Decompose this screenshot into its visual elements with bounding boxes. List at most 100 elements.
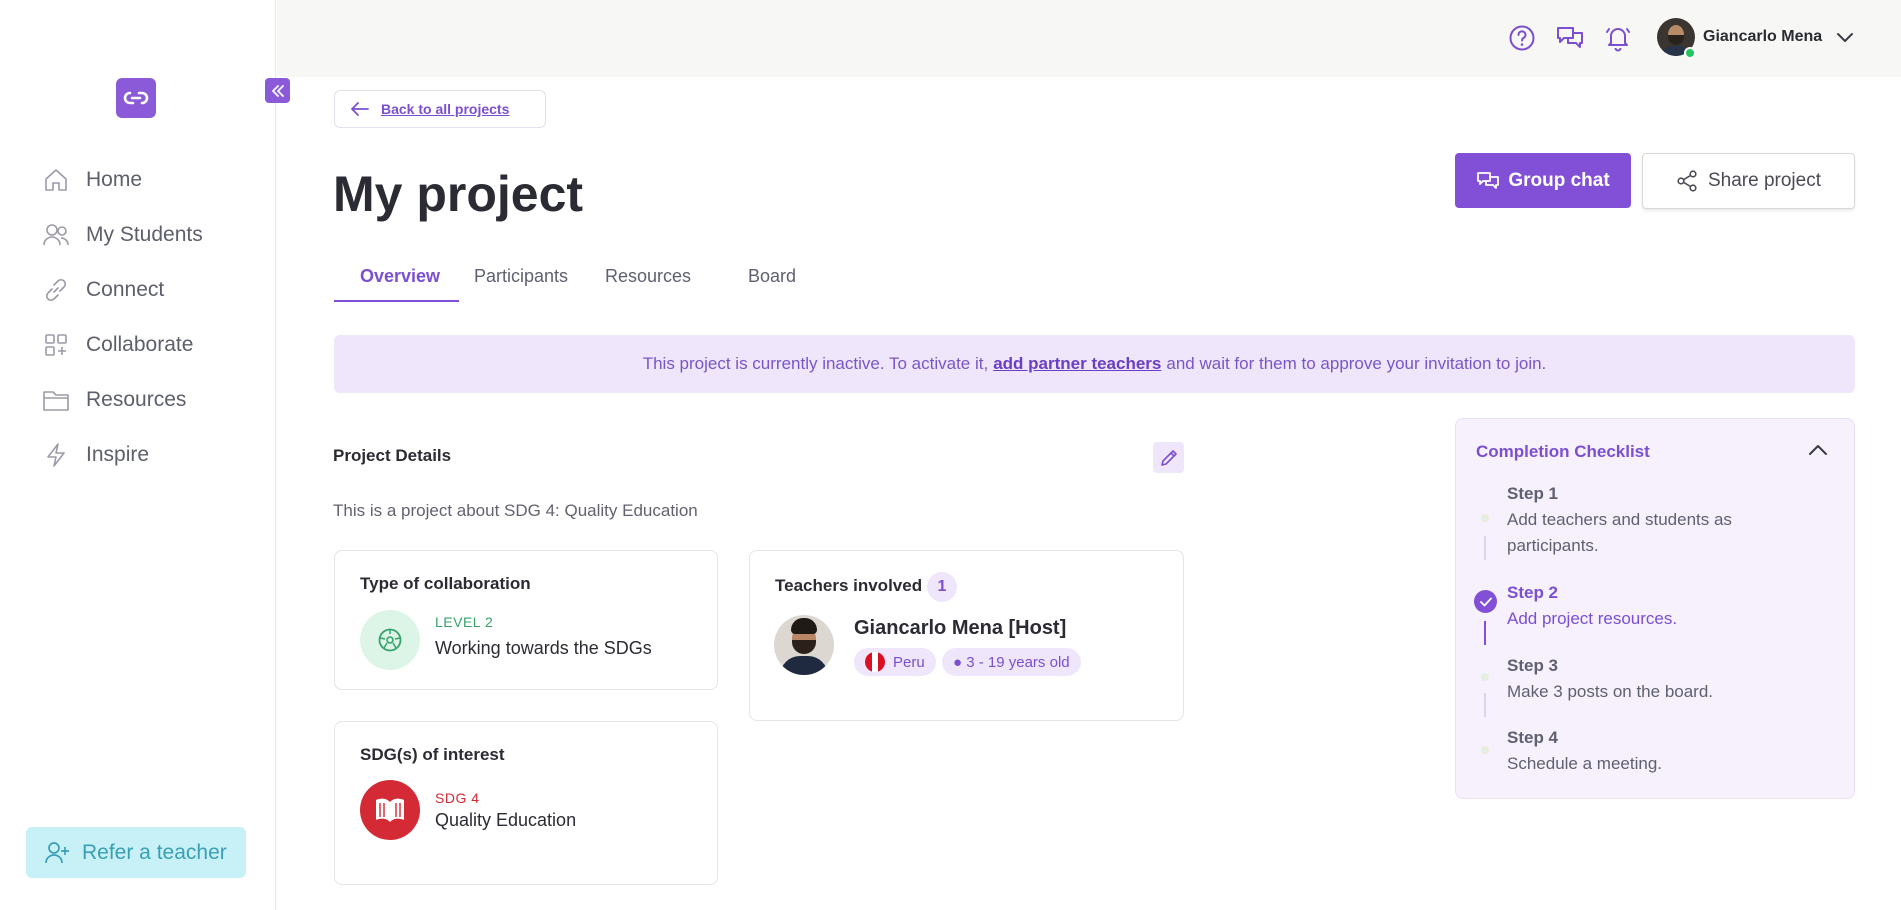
avatar — [774, 615, 834, 675]
home-icon — [42, 166, 70, 194]
app-logo[interactable] — [116, 78, 156, 118]
check-icon — [1474, 590, 1497, 613]
tab-overview[interactable]: Overview — [360, 266, 440, 287]
sidebar-item-home[interactable]: Home — [42, 152, 252, 207]
sidebar-item-my-students[interactable]: My Students — [42, 207, 252, 262]
chevron-up-icon[interactable] — [1808, 443, 1828, 457]
group-chat-button[interactable]: Group chat — [1455, 153, 1631, 208]
step-title: Step 1 — [1507, 484, 1559, 503]
checklist-step-1: Step 1 Add teachers and students as parti… — [1507, 484, 1732, 559]
step-description: Schedule a meeting. — [1507, 754, 1662, 773]
completion-checklist: Completion Checklist Step 1 Add teachers… — [1455, 418, 1855, 799]
sidebar: Home My Students Connect Collaborate Res… — [0, 0, 276, 910]
sdg-interest-card: SDG(s) of interest SDG 4 Quality Educati… — [334, 721, 718, 885]
collapse-sidebar-button[interactable] — [265, 78, 290, 103]
project-details-heading: Project Details — [333, 446, 452, 465]
tab-participants[interactable]: Participants — [474, 266, 568, 287]
card-title: SDG(s) of interest — [360, 745, 505, 764]
book-icon — [360, 780, 420, 840]
banner-text-before: This project is currently inactive. To a… — [642, 354, 989, 373]
refer-teacher-button[interactable]: Refer a teacher — [26, 827, 246, 878]
step-pending-dot — [1481, 673, 1489, 681]
notifications-button[interactable] — [1602, 22, 1634, 54]
sidebar-item-label: My Students — [86, 222, 203, 246]
teacher-name[interactable]: Giancarlo Mena [Host] — [854, 617, 1066, 640]
tab-board[interactable]: Board — [748, 266, 796, 287]
arrow-left-icon — [351, 102, 369, 116]
online-status-dot — [1684, 47, 1696, 59]
double-chevron-left-icon — [271, 84, 285, 98]
collaboration-level: LEVEL 2 — [435, 614, 494, 630]
step-pending-dot — [1481, 746, 1489, 754]
sdg-value: Quality Education — [435, 810, 577, 830]
link-icon — [42, 276, 70, 304]
help-button[interactable] — [1506, 22, 1538, 54]
step-connector — [1484, 536, 1486, 560]
sidebar-item-label: Collaborate — [86, 332, 194, 356]
project-description: This is a project about SDG 4: Quality E… — [333, 501, 698, 520]
card-title: Type of collaboration — [360, 574, 531, 593]
step-title: Step 2 — [1507, 583, 1559, 602]
share-project-label: Share project — [1707, 170, 1821, 191]
checklist-step-2: Step 2 Add project resources. — [1507, 583, 1677, 632]
user-plus-icon — [44, 841, 70, 865]
teachers-involved-card: Teachers involved 1 Giancarlo Mena [Host… — [749, 550, 1184, 721]
age-range-badge: ● 3 - 19 years old — [942, 648, 1081, 676]
banner-text-after: and wait for them to approve your invita… — [1166, 354, 1547, 373]
step-pending-dot — [1481, 514, 1489, 522]
chat-bubbles-icon — [1555, 24, 1585, 52]
users-icon — [42, 221, 70, 249]
checklist-title: Completion Checklist — [1476, 442, 1650, 461]
step-connector — [1484, 621, 1486, 645]
step-title: Step 4 — [1507, 728, 1559, 747]
infinity-logo-icon — [123, 91, 149, 105]
country-badge: Peru — [854, 648, 936, 676]
sidebar-item-label: Home — [86, 167, 143, 191]
checklist-step-3: Step 3 Make 3 posts on the board. — [1507, 656, 1713, 705]
sidebar-item-label: Resources — [86, 387, 187, 411]
sdg-wheel-icon — [360, 610, 420, 670]
step-description: Add teachers and students as participants… — [1507, 510, 1732, 555]
folder-icon — [42, 386, 70, 414]
active-tab-indicator — [334, 300, 459, 302]
step-connector — [1484, 693, 1486, 717]
sidebar-nav: Home My Students Connect Collaborate Res… — [42, 152, 252, 482]
chevron-down-icon — [1836, 31, 1854, 43]
messages-button[interactable] — [1554, 22, 1586, 54]
sidebar-item-label: Connect — [86, 277, 165, 301]
edit-details-button[interactable] — [1153, 442, 1184, 473]
teacher-count-badge: 1 — [927, 572, 957, 602]
share-project-button[interactable]: Share project — [1642, 153, 1855, 209]
project-tabs: Overview Participants Resources Board — [334, 258, 834, 302]
grid-plus-icon — [42, 331, 70, 359]
refer-teacher-label: Refer a teacher — [82, 840, 227, 864]
help-icon — [1508, 24, 1536, 52]
sdg-code: SDG 4 — [435, 790, 480, 806]
group-chat-label: Group chat — [1508, 169, 1610, 191]
step-title: Step 3 — [1507, 656, 1559, 675]
share-icon — [1676, 170, 1698, 192]
tab-resources[interactable]: Resources — [605, 266, 691, 287]
card-title: Teachers involved — [775, 576, 923, 595]
sidebar-item-resources[interactable]: Resources — [42, 372, 252, 427]
pencil-icon — [1159, 448, 1179, 468]
sidebar-item-collaborate[interactable]: Collaborate — [42, 317, 252, 372]
sidebar-item-inspire[interactable]: Inspire — [42, 427, 252, 482]
back-to-projects-link[interactable]: Back to all projects — [334, 90, 546, 128]
add-partner-teachers-link[interactable]: add partner teachers — [993, 354, 1161, 374]
inactive-project-banner: This project is currently inactive. To a… — [334, 335, 1855, 393]
collaboration-type-card: Type of collaboration LEVEL 2 Working to… — [334, 550, 718, 690]
peru-flag-icon — [865, 652, 885, 672]
bell-icon — [1604, 24, 1632, 52]
step-description: Make 3 posts on the board. — [1507, 682, 1714, 701]
user-name: Giancarlo Mena — [1703, 28, 1823, 45]
lightning-icon — [42, 441, 70, 469]
age-range-label: ● 3 - 19 years old — [953, 653, 1070, 671]
sidebar-item-connect[interactable]: Connect — [42, 262, 252, 317]
chat-bubbles-icon — [1476, 170, 1500, 192]
country-label: Peru — [893, 653, 925, 671]
sidebar-item-label: Inspire — [86, 442, 150, 466]
collaboration-value: Working towards the SDGs — [435, 638, 652, 658]
step-description: Add project resources. — [1507, 609, 1678, 628]
page-title: My project — [333, 166, 584, 222]
